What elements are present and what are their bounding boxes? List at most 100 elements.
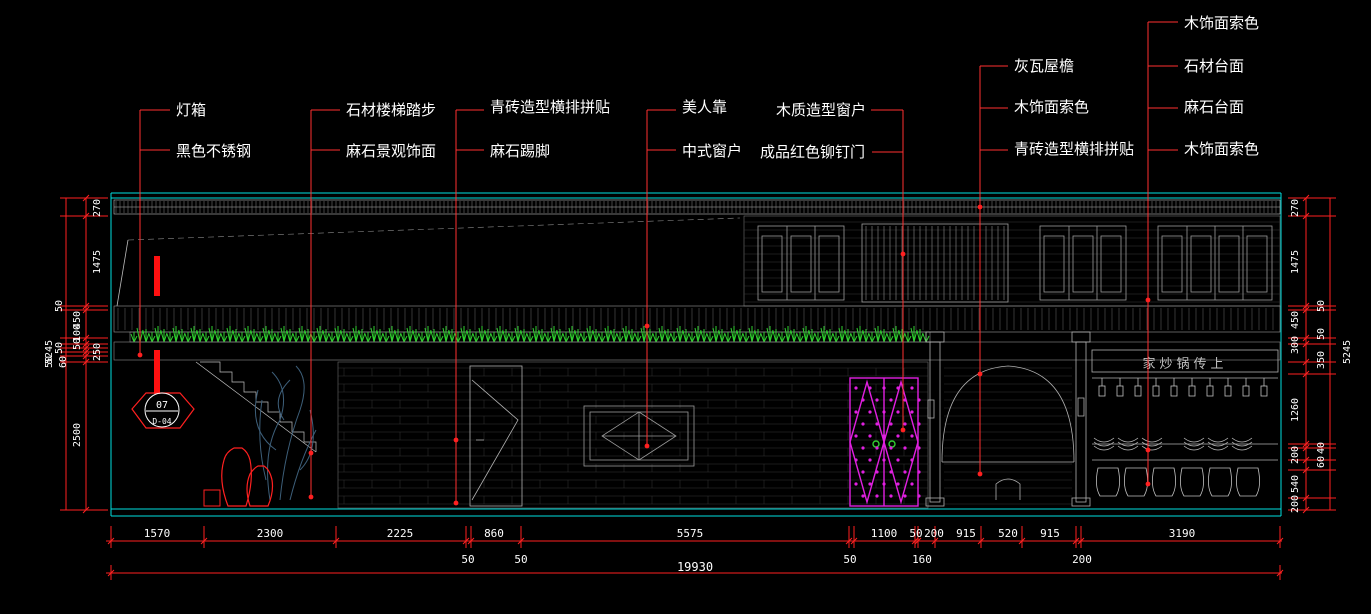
plant-tuft <box>304 329 312 343</box>
drawing-frame <box>110 192 1282 517</box>
rivet <box>875 398 879 402</box>
stone-stair <box>195 361 317 453</box>
plant-tuft <box>466 329 474 343</box>
dimension-lines <box>60 194 1336 580</box>
plant-tuft <box>526 332 534 343</box>
leader-dot <box>453 500 459 506</box>
plant-tuft <box>292 332 300 343</box>
plant-tuft <box>442 326 450 343</box>
plant-tuft <box>496 326 504 343</box>
roof-cornice <box>113 199 1281 215</box>
plant-tuft <box>502 329 510 343</box>
plant-tuft <box>322 329 330 343</box>
plant-tuft <box>844 329 852 343</box>
rivet <box>917 470 921 474</box>
label-wood-window: 木质造型窗户 <box>776 101 867 119</box>
plant-tuft <box>418 332 426 343</box>
plant-tuft <box>262 326 270 343</box>
plant-tuft <box>490 332 498 343</box>
rivet <box>910 410 914 414</box>
plant-tuft <box>196 329 204 343</box>
plant-tuft <box>148 332 156 343</box>
dimension-text: 1570 <box>144 527 171 540</box>
dimension-text: 915 <box>956 527 976 540</box>
upper-window-2 <box>1039 225 1127 301</box>
upper-brick-wall <box>743 215 1281 307</box>
dimension-text: 50 <box>54 300 65 312</box>
plant-tuft <box>886 332 894 343</box>
column-left <box>925 331 945 507</box>
label-granite-counter: 麻石台面 <box>1184 98 1245 116</box>
leader-dot <box>977 204 983 210</box>
leader-dot <box>308 450 314 456</box>
dimension-text: 2300 <box>257 527 284 540</box>
plant-tuft <box>772 329 780 343</box>
label-light-box: 灯箱 <box>176 101 207 119</box>
plant-tuft <box>652 332 660 343</box>
leader-dot <box>977 371 983 377</box>
plant-tuft <box>736 329 744 343</box>
dimension-text: 50 <box>72 338 83 350</box>
rivet <box>903 470 907 474</box>
rivet <box>854 410 858 414</box>
dimension-text: 3190 <box>1169 527 1196 540</box>
plant-tuft <box>892 326 900 343</box>
rivet <box>875 422 879 426</box>
dimension-text: 2225 <box>387 527 414 540</box>
plant-tuft <box>508 332 516 343</box>
rivet <box>882 458 886 462</box>
lower-brick-pattern <box>338 367 1072 505</box>
hanging-lamps <box>1098 378 1268 397</box>
plant-tuft <box>538 329 546 343</box>
plant-tuft <box>796 332 804 343</box>
label-brick-top: 青砖造型横排拼贴 <box>490 98 611 116</box>
dimension-text: 200 <box>924 527 944 540</box>
plant-tuft <box>694 326 702 343</box>
plant-tuft <box>814 332 822 343</box>
leader-dot <box>900 251 906 257</box>
rivet <box>910 434 914 438</box>
rivet <box>917 446 921 450</box>
upper-window-3 <box>1157 225 1273 301</box>
label-black-steel: 黑色不锈钢 <box>176 142 252 160</box>
dimension-text: 200 <box>1290 446 1301 464</box>
dimension-text: 1475 <box>1290 250 1301 274</box>
plant-tuft <box>520 329 528 343</box>
decorative-tree <box>254 365 317 501</box>
plant-tuft <box>646 329 654 343</box>
plant-tuft <box>340 329 348 343</box>
wood-lattice-slats <box>865 226 1005 300</box>
dimension-text: 350 <box>1316 351 1327 369</box>
upper-window-1 <box>757 225 845 301</box>
plant-tuft <box>622 326 630 343</box>
plant-tuft <box>178 329 186 343</box>
dimension-text: 300 <box>1290 336 1301 354</box>
dimension-text: 450 <box>1290 311 1301 329</box>
dimension-text: 2500 <box>72 423 83 447</box>
rivet <box>903 398 907 402</box>
plant-tuft <box>760 332 768 343</box>
plant-tuft <box>208 326 216 343</box>
label-wood-face-bot: 木饰面索色 <box>1184 140 1260 158</box>
plant-tuft <box>286 329 294 343</box>
rivet <box>861 446 865 450</box>
plant-tuft <box>628 329 636 343</box>
plant-tuft <box>274 332 282 343</box>
leader-dot <box>1145 481 1151 487</box>
rivet <box>854 482 858 486</box>
plant-tuft <box>130 332 138 343</box>
rivet <box>896 386 900 390</box>
rivet <box>896 434 900 438</box>
plant-tuft <box>634 332 642 343</box>
plant-tuft <box>484 329 492 343</box>
rivet <box>868 386 872 390</box>
plant-tuft <box>412 329 420 343</box>
plant-tuft <box>184 332 192 343</box>
leader-dot <box>900 427 906 433</box>
plant-tuft <box>604 326 612 343</box>
rivet <box>910 482 914 486</box>
dimension-text: 1475 <box>92 250 103 274</box>
label-chinese-window: 中式窗户 <box>682 142 743 160</box>
plant-tuft <box>742 332 750 343</box>
plant-tuft <box>220 332 228 343</box>
